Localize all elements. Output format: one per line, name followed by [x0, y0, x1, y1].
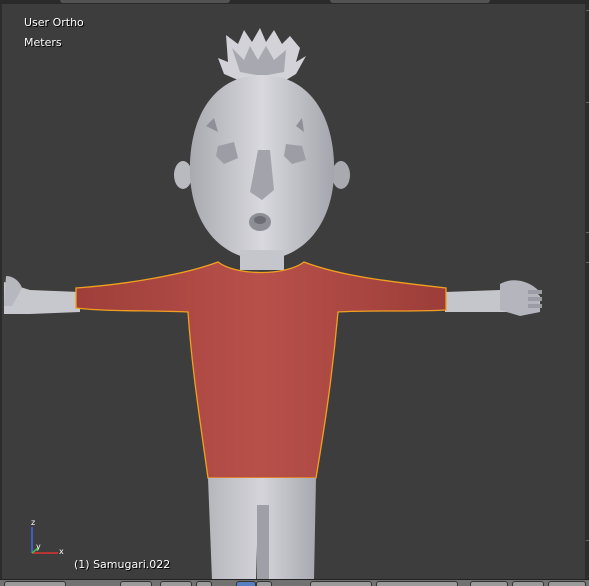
manipulator-button[interactable]: [236, 581, 256, 586]
right-ear: [332, 161, 350, 189]
neck: [240, 250, 284, 270]
proportional-edit-button[interactable]: [512, 581, 544, 586]
hair: [218, 28, 306, 82]
object-label: (1) Samugari.022: [74, 558, 171, 571]
shirt-selected[interactable]: [75, 261, 447, 479]
x-axis-label: x: [59, 547, 64, 556]
left-ear: [174, 161, 192, 189]
snap-button[interactable]: [470, 581, 508, 586]
layers-button[interactable]: [376, 581, 458, 586]
units-label: Meters: [24, 36, 62, 49]
orientation-button[interactable]: [310, 581, 372, 586]
character-model[interactable]: [0, 0, 589, 586]
z-axis-label: z: [31, 518, 35, 527]
axis-gizmo: z y x: [31, 518, 64, 556]
y-axis-label: y: [36, 542, 41, 551]
render-button[interactable]: [548, 581, 586, 586]
3d-viewport[interactable]: User Ortho Meters (1) Samugari.022 z y x: [0, 0, 589, 586]
translate-button[interactable]: [256, 581, 272, 586]
shading-button[interactable]: [160, 581, 192, 586]
view-label: User Ortho: [24, 16, 84, 29]
pivot-button[interactable]: [196, 581, 212, 586]
view-menu-button[interactable]: [4, 581, 66, 586]
legs: [208, 478, 316, 580]
mode-button[interactable]: [120, 581, 152, 586]
